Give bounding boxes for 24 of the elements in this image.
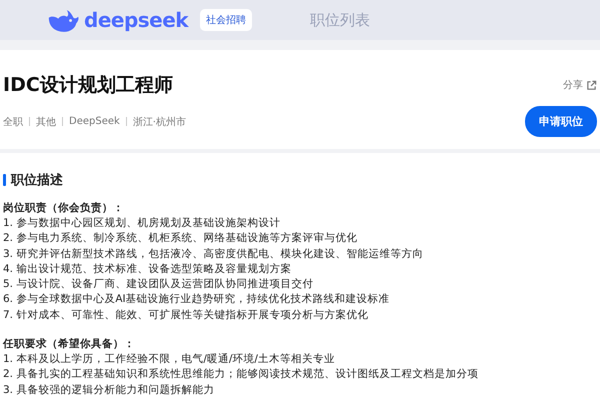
list-item: 5. 与设计院、设备厂商、建设团队及运营团队协同推进项目交付: [3, 277, 314, 292]
job-meta: 浙江·杭州市: [132, 116, 186, 128]
block-heading: 岗位职责（你会负责）：: [3, 201, 125, 216]
list-item: 2. 具备扎实的工程基础知识和系统性思维能力；能够阅读技术规范、设计图纸及工程文档是加分项: [3, 367, 480, 382]
apply-button[interactable]: 申请职位: [525, 106, 597, 137]
list-item: 3. 研究并评估新型技术路线，包括液冷、高密度供配电、模块化建设、智能运维等方向: [3, 246, 424, 262]
whale-logo-icon: [46, 8, 80, 32]
list-item: 7. 针对成本、可靠性、能效、可扩展性等关键指标开展专项分析与方案优化: [3, 308, 370, 323]
section-title: 职位描述: [11, 172, 63, 189]
job-title: IDC设计规划工程师: [3, 73, 173, 98]
share-link[interactable]: 分享: [563, 78, 597, 92]
share-icon: [586, 80, 597, 90]
list-item: 2. 参与电力系统、制冷系统、机柜系统、网络基础设施等方案评审与优化: [3, 231, 358, 246]
list-item: 4. 输出设计规范、技术标准、设备选型策略及容量规划方案: [3, 262, 292, 277]
job-meta: 全职: [3, 116, 23, 128]
list-item: 1. 本科及以上学历，工作经验不限，电气/暖通/环境/土木等相关专业: [3, 352, 336, 368]
logo-wordmark[interactable]: deepseek: [84, 8, 188, 32]
recruitment-badge[interactable]: 社会招聘: [200, 9, 252, 31]
job-meta: DeepSeek: [69, 116, 120, 127]
list-item: 3. 具备较强的逻辑分析能力和问题拆解能力: [3, 382, 216, 398]
block-heading: 任职要求（希望你具备）：: [3, 337, 136, 352]
job-meta: 其他: [36, 116, 56, 128]
list-item: 1. 参与数据中心园区规划、机房规划及基础设施架构设计: [3, 216, 282, 231]
list-item: 6. 参与全球数据中心及AI基础设施行业趋势研究，持续优化技术路线和建设标准: [3, 292, 391, 308]
